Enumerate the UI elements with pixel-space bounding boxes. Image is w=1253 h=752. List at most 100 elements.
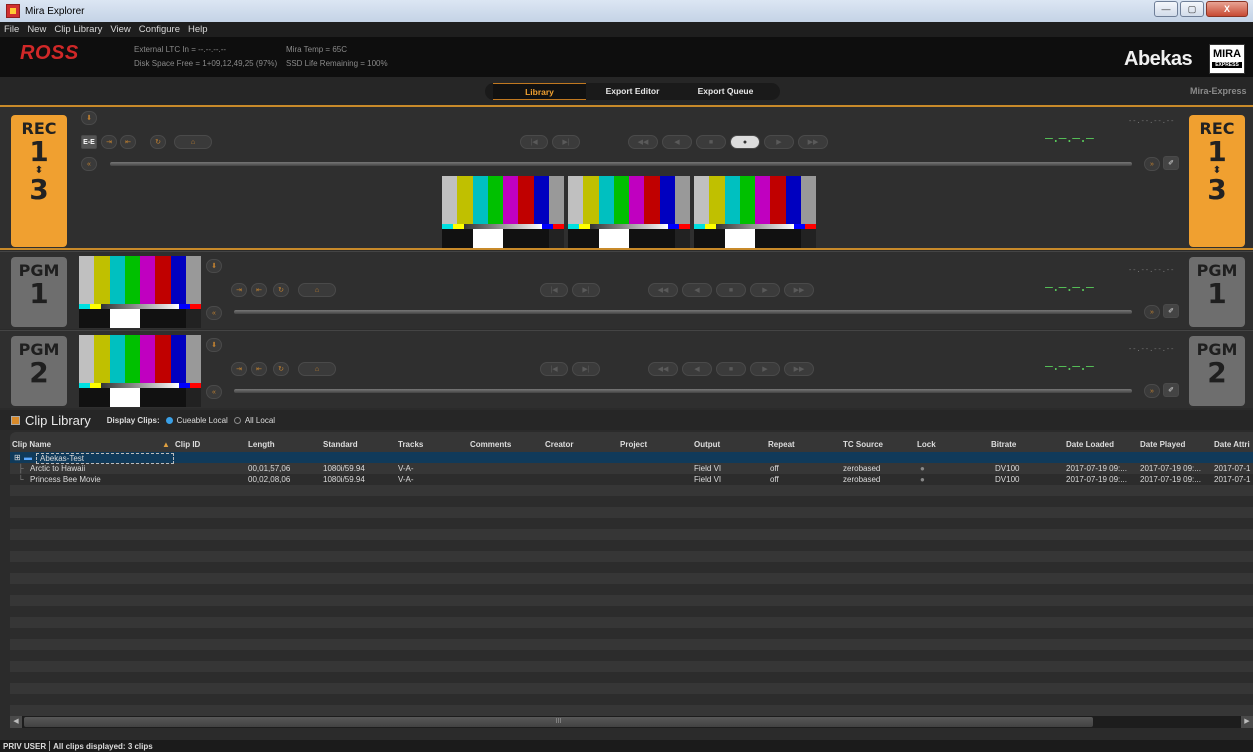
horizontal-scrollbar[interactable]: ◀ III ▶ [10, 716, 1253, 728]
jog-icon[interactable]: ⌂ [174, 135, 212, 149]
pgm1-mark-in-icon[interactable]: ⇥ [231, 283, 247, 297]
scroll-thumb[interactable]: III [24, 717, 1093, 727]
pgm1-goto-end-icon[interactable]: » [1144, 305, 1160, 319]
pgm2-loop-icon[interactable]: ↻ [273, 362, 289, 376]
pgm1-rewind-start-icon[interactable]: « [206, 306, 222, 320]
col-output[interactable]: Output [694, 440, 720, 449]
pgm2-badge-left[interactable]: PGM 2 [11, 336, 67, 406]
menu-clip-library[interactable]: Clip Library [54, 24, 102, 35]
col-tc-source[interactable]: TC Source [843, 440, 883, 449]
table-row[interactable]: ├ Arctic to Hawaii 00,01,57,06 1080i/59.… [10, 463, 1253, 474]
col-clip-name[interactable]: Clip Name [12, 440, 51, 449]
rewind-start-icon[interactable]: « [81, 157, 97, 171]
menu-file[interactable]: File [4, 24, 19, 35]
pgm2-rewind-icon[interactable]: ◀ [682, 362, 712, 376]
maximize-button[interactable]: ▢ [1180, 1, 1204, 17]
goto-end-icon[interactable]: » [1144, 157, 1160, 171]
rec-channel: REC 1 ⬍ 3 ⬇ E-E ⇥ ⇤ ↻ ⌂ « |◀ ▶| ◀◀ ◀ ■ ●… [0, 105, 1253, 250]
lock-icon[interactable]: ● [920, 464, 925, 473]
scroll-left-icon[interactable]: ◀ [10, 716, 22, 728]
col-standard[interactable]: Standard [323, 440, 358, 449]
rec-badge-left[interactable]: REC 1 ⬍ 3 [11, 115, 67, 247]
fast-rewind-icon[interactable]: ◀◀ [628, 135, 658, 149]
col-lock[interactable]: Lock [917, 440, 936, 449]
radio-all-local[interactable]: All Local [233, 416, 275, 425]
pgm1-loop-icon[interactable]: ↻ [273, 283, 289, 297]
pgm2-mark-out-icon[interactable]: ⇤ [251, 362, 267, 376]
col-comments[interactable]: Comments [470, 440, 511, 449]
loop-icon[interactable]: ↻ [150, 135, 166, 149]
pgm2-goto-end-icon[interactable]: » [1144, 384, 1160, 398]
minimize-button[interactable]: — [1154, 1, 1178, 17]
pgm1-prev-clip-icon[interactable]: |◀ [540, 283, 568, 297]
pgm1-stop-icon[interactable]: ■ [716, 283, 746, 297]
pgm1-next-clip-icon[interactable]: ▶| [572, 283, 600, 297]
table-row[interactable]: └ Princess Bee Movie 00,02,08,06 1080i/5… [10, 474, 1253, 485]
record-arm-icon[interactable]: ⬇ [81, 111, 97, 125]
mark-out-icon[interactable]: ⇤ [120, 135, 136, 149]
col-tracks[interactable]: Tracks [398, 440, 423, 449]
ee-button[interactable]: E-E [81, 135, 97, 149]
collapse-panel-icon[interactable] [11, 415, 20, 425]
expand-icon[interactable]: ⊞ [14, 453, 21, 462]
col-creator[interactable]: Creator [545, 440, 573, 449]
rec-timeline-track[interactable] [110, 162, 1132, 166]
pgm2-jog-icon[interactable]: ⌂ [298, 362, 336, 376]
scroll-right-icon[interactable]: ▶ [1241, 716, 1253, 728]
pgm2-next-clip-icon[interactable]: ▶| [572, 362, 600, 376]
pgm1-fast-forward-icon[interactable]: ▶▶ [784, 283, 814, 297]
pgm2-rewind-start-icon[interactable]: « [206, 385, 222, 399]
pgm1-mark-out-icon[interactable]: ⇤ [251, 283, 267, 297]
col-date-loaded[interactable]: Date Loaded [1066, 440, 1114, 449]
pgm2-trim-tool-icon[interactable]: ✐ [1163, 383, 1179, 397]
stop-icon[interactable]: ■ [696, 135, 726, 149]
col-length[interactable]: Length [248, 440, 275, 449]
pgm1-fast-rewind-icon[interactable]: ◀◀ [648, 283, 678, 297]
menu-help[interactable]: Help [188, 24, 208, 35]
menu-new[interactable]: New [27, 24, 46, 35]
prev-clip-icon[interactable]: |◀ [520, 135, 548, 149]
tab-export-editor[interactable]: Export Editor [586, 83, 679, 100]
pgm1-arm-icon[interactable]: ⬇ [206, 259, 222, 273]
radio-cueable-local[interactable]: Cueable Local [165, 416, 228, 425]
pgm2-prev-clip-icon[interactable]: |◀ [540, 362, 568, 376]
col-date-played[interactable]: Date Played [1140, 440, 1185, 449]
pgm2-badge-right[interactable]: PGM 2 [1189, 336, 1245, 406]
rec-tc-small: --.--.--.-- [1128, 117, 1175, 125]
tab-library[interactable]: Library [493, 83, 586, 100]
pgm2-arm-icon[interactable]: ⬇ [206, 338, 222, 352]
fast-forward-icon[interactable]: ▶▶ [798, 135, 828, 149]
pgm2-stop-icon[interactable]: ■ [716, 362, 746, 376]
rec-badge-right[interactable]: REC 1 ⬍ 3 [1189, 115, 1245, 247]
pgm1-badge-right[interactable]: PGM 1 [1189, 257, 1245, 327]
pgm2-play-icon[interactable]: ▶ [750, 362, 780, 376]
pgm1-timeline-track[interactable] [234, 310, 1132, 314]
col-repeat[interactable]: Repeat [768, 440, 795, 449]
menu-configure[interactable]: Configure [139, 24, 180, 35]
clip-output: Field VI [694, 475, 722, 484]
close-button[interactable]: X [1206, 1, 1248, 17]
pgm1-play-icon[interactable]: ▶ [750, 283, 780, 297]
col-clip-id[interactable]: Clip ID [175, 440, 200, 449]
col-project[interactable]: Project [620, 440, 647, 449]
lock-icon[interactable]: ● [920, 475, 925, 484]
col-date-attr[interactable]: Date Attri [1214, 440, 1250, 449]
rewind-icon[interactable]: ◀ [662, 135, 692, 149]
pgm1-jog-icon[interactable]: ⌂ [298, 283, 336, 297]
next-clip-icon[interactable]: ▶| [552, 135, 580, 149]
pgm2-fast-forward-icon[interactable]: ▶▶ [784, 362, 814, 376]
pgm1-badge-left[interactable]: PGM 1 [11, 257, 67, 327]
pgm1-rewind-icon[interactable]: ◀ [682, 283, 712, 297]
record-icon[interactable]: ● [730, 135, 760, 149]
pgm2-mark-in-icon[interactable]: ⇥ [231, 362, 247, 376]
col-bitrate[interactable]: Bitrate [991, 440, 1016, 449]
mark-in-icon[interactable]: ⇥ [101, 135, 117, 149]
pgm2-fast-rewind-icon[interactable]: ◀◀ [648, 362, 678, 376]
trim-tool-icon[interactable]: ✐ [1163, 156, 1179, 170]
menu-view[interactable]: View [110, 24, 130, 35]
tab-export-queue[interactable]: Export Queue [679, 83, 772, 100]
play-icon[interactable]: ▶ [764, 135, 794, 149]
pgm2-timeline-track[interactable] [234, 389, 1132, 393]
folder-row[interactable]: ⊞ ▬ Abekas-Test [10, 452, 1253, 464]
pgm1-trim-tool-icon[interactable]: ✐ [1163, 304, 1179, 318]
